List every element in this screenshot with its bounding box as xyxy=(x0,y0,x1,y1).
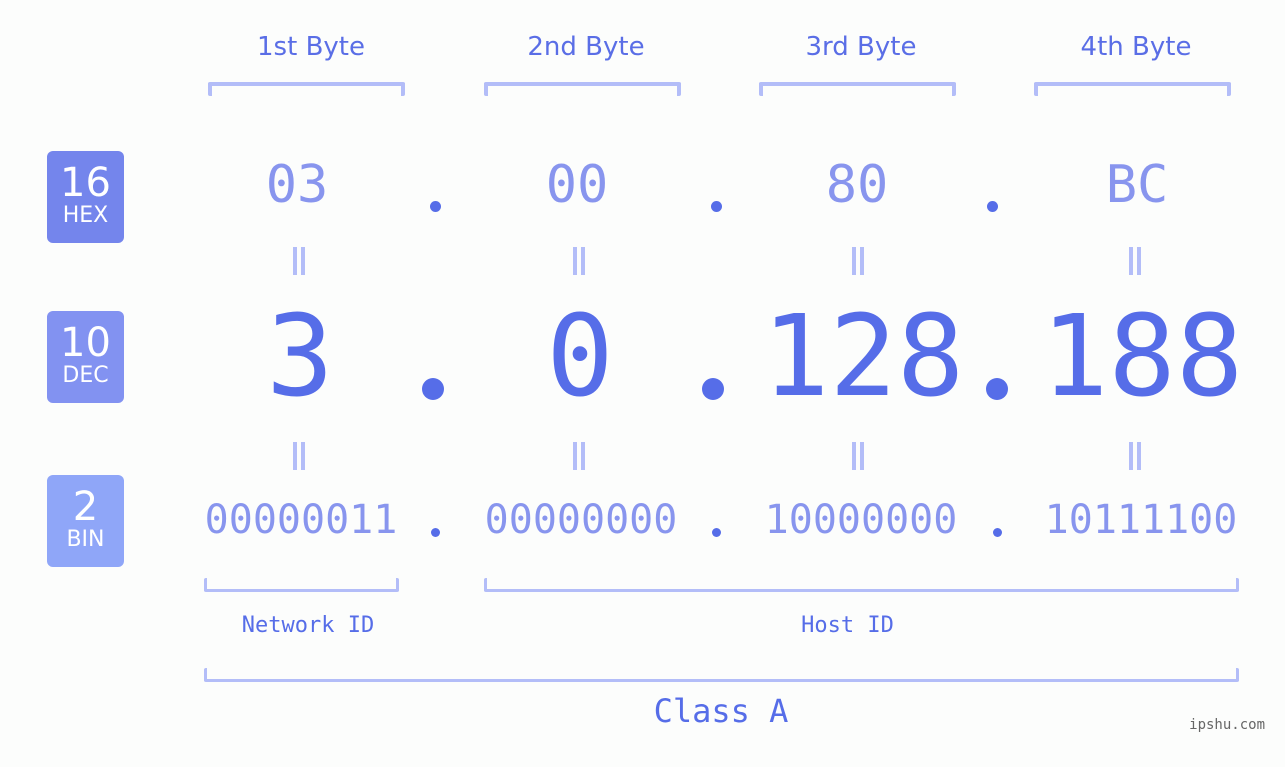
bin-separator-dot xyxy=(431,528,440,537)
dec-badge-label: DEC xyxy=(62,363,109,388)
bin-separator-dot xyxy=(993,528,1002,537)
equals-icon xyxy=(1127,247,1143,275)
hex-byte-4: BC xyxy=(1105,155,1169,215)
dec-byte-1: 3 xyxy=(266,292,334,422)
host-id-bracket xyxy=(484,578,1239,592)
equals-icon xyxy=(850,442,866,470)
class-label: Class A xyxy=(653,692,789,730)
network-id-bracket xyxy=(204,578,399,592)
dec-badge: 10 DEC xyxy=(47,311,124,403)
byte-bracket-4 xyxy=(1034,82,1231,96)
byte-header-2: 2nd Byte xyxy=(527,32,645,62)
dec-separator-dot xyxy=(986,378,1008,400)
equals-icon xyxy=(291,247,307,275)
byte-bracket-3 xyxy=(759,82,956,96)
byte-header-3: 3rd Byte xyxy=(805,32,917,62)
host-id-label: Host ID xyxy=(801,613,894,638)
equals-icon xyxy=(571,247,587,275)
equals-icon xyxy=(571,442,587,470)
bin-badge: 2 BIN xyxy=(47,475,124,567)
byte-header-1: 1st Byte xyxy=(257,32,365,62)
network-id-label: Network ID xyxy=(241,613,375,638)
hex-badge: 16 HEX xyxy=(47,151,124,243)
dec-badge-number: 10 xyxy=(60,320,111,366)
class-bracket xyxy=(204,668,1239,682)
hex-byte-3: 80 xyxy=(825,155,889,215)
dec-separator-dot xyxy=(702,378,724,400)
hex-badge-label: HEX xyxy=(62,203,109,228)
hex-badge-number: 16 xyxy=(60,160,111,206)
dec-byte-4: 188 xyxy=(1041,292,1244,422)
hex-byte-1: 03 xyxy=(265,155,329,215)
bin-byte-4: 10111100 xyxy=(1044,497,1238,543)
bin-separator-dot xyxy=(712,528,721,537)
dec-separator-dot xyxy=(422,378,444,400)
bin-byte-1: 00000011 xyxy=(204,497,398,543)
bin-byte-3: 10000000 xyxy=(764,497,958,543)
watermark: ipshu.com xyxy=(1189,717,1265,733)
hex-separator-dot xyxy=(711,201,722,212)
equals-icon xyxy=(1127,442,1143,470)
bin-byte-2: 00000000 xyxy=(484,497,678,543)
byte-bracket-1 xyxy=(208,82,405,96)
byte-header-4: 4th Byte xyxy=(1080,32,1192,62)
dec-byte-3: 128 xyxy=(762,292,965,422)
bin-badge-label: BIN xyxy=(66,527,105,552)
byte-bracket-2 xyxy=(484,82,681,96)
bin-badge-number: 2 xyxy=(72,484,99,530)
hex-separator-dot xyxy=(987,201,998,212)
hex-byte-2: 00 xyxy=(545,155,609,215)
equals-icon xyxy=(850,247,866,275)
equals-icon xyxy=(291,442,307,470)
dec-byte-2: 0 xyxy=(546,292,614,422)
hex-separator-dot xyxy=(430,201,441,212)
